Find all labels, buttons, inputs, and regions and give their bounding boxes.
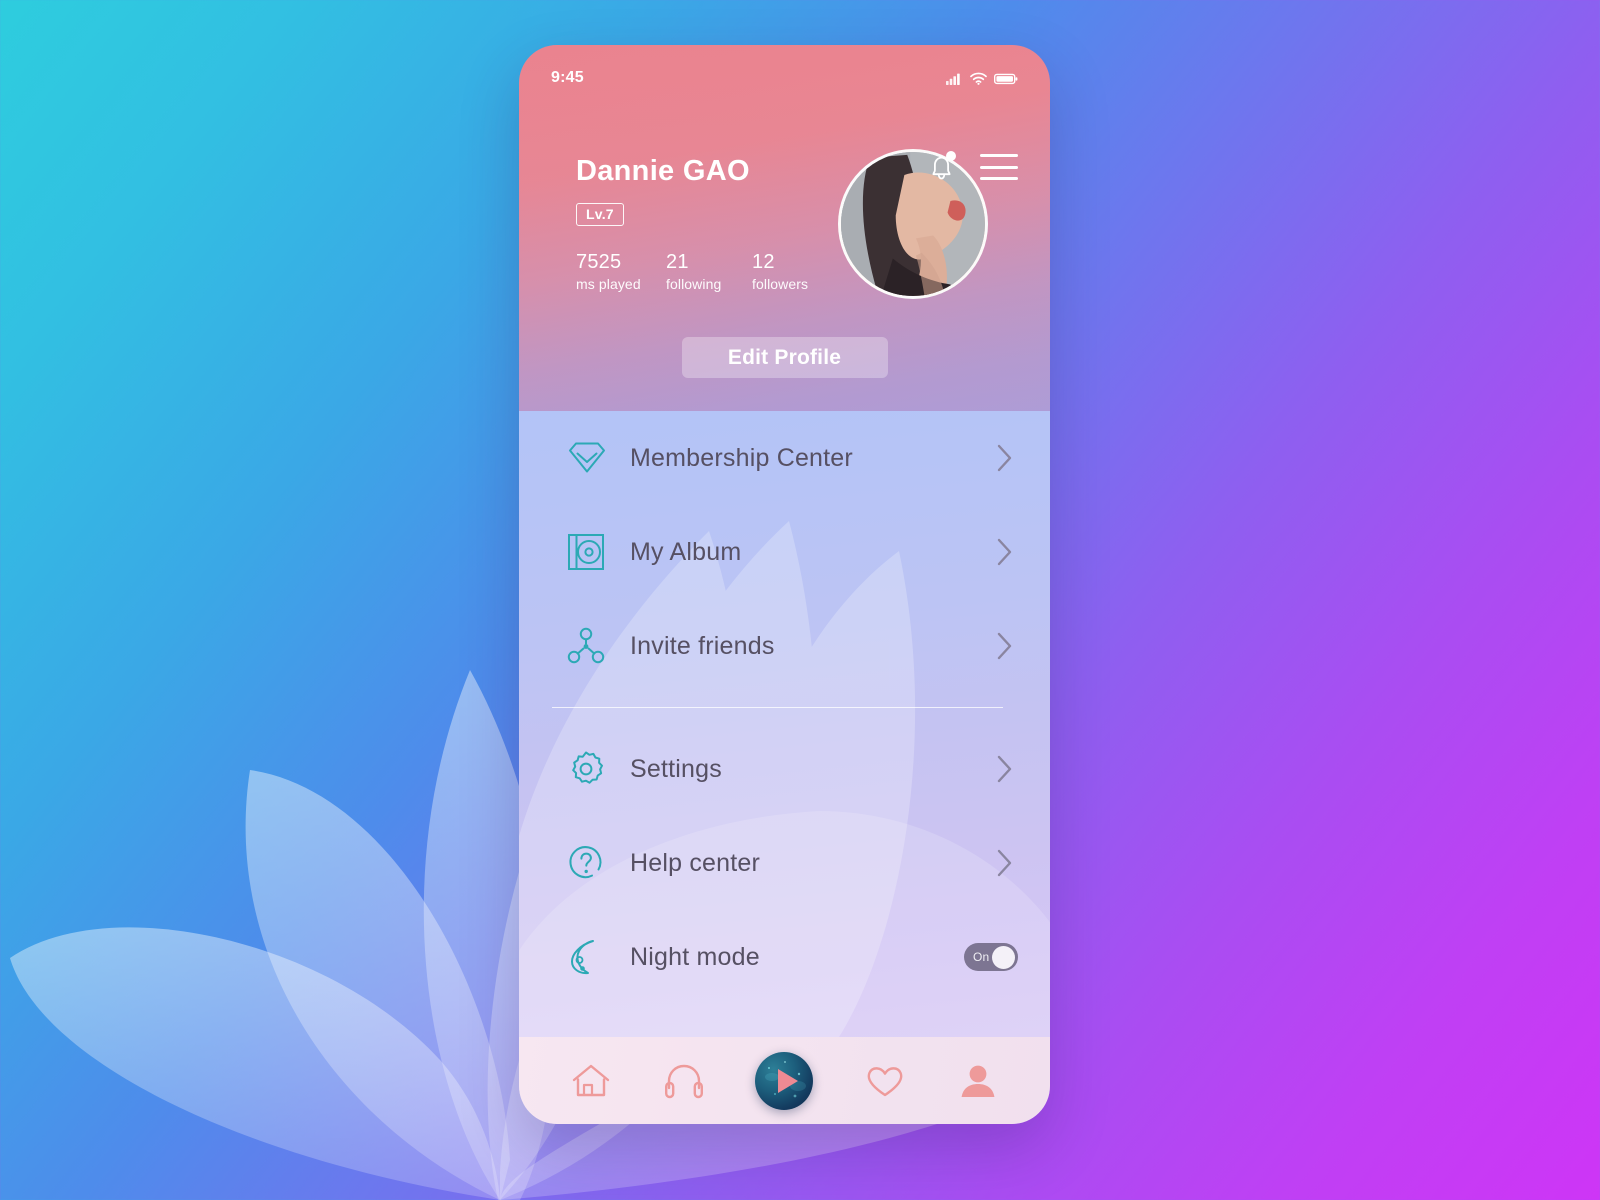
toggle-state-label: On [973,950,990,964]
hamburger-line [980,154,1018,157]
chevron-right-icon [992,537,1018,567]
stat-value: 7525 [576,251,622,273]
menu-item-night-mode[interactable]: Night mode On [519,910,1050,1004]
profile-stats: 7525 ms played 21 following 12 followers [576,250,808,293]
signal-icon [946,73,960,85]
stat-ms-played: 7525 ms played [576,250,666,293]
stat-label: following [666,276,722,292]
headphones-icon [664,1064,703,1098]
diamond-icon [566,440,612,476]
menu-item-label: Night mode [630,942,760,971]
moon-icon [566,937,612,977]
stat-label: followers [752,276,809,292]
menu-item-label: Settings [630,754,722,783]
menu-item-invite-friends[interactable]: Invite friends [519,599,1050,693]
menu-item-my-album[interactable]: My Album [519,505,1050,599]
question-circle-icon [566,843,612,883]
play-button-icon [765,1060,807,1097]
chevron-right-icon [992,631,1018,661]
night-mode-toggle[interactable]: On [964,943,1018,971]
profile-icon [961,1065,995,1097]
status-bar-icons [946,72,1018,85]
user-name: Dannie GAO [576,155,750,187]
edit-profile-button[interactable]: Edit Profile [681,337,888,378]
stat-label: ms played [576,276,641,292]
tab-home[interactable] [570,1061,612,1101]
chevron-right-icon [992,443,1018,473]
home-icon [573,1064,610,1096]
chevron-right-icon [992,754,1018,784]
album-disc-icon [566,532,612,572]
menu-panel: Membership Center My Album Invite friend… [519,411,1050,1037]
notification-bell-button[interactable] [927,150,957,184]
header-actions [927,150,1018,184]
tab-music[interactable] [663,1061,705,1101]
tab-play-button[interactable] [755,1051,814,1110]
menu-item-settings[interactable]: Settings [519,722,1050,816]
notification-dot [946,151,956,161]
menu-item-label: My Album [630,537,742,566]
share-network-icon [566,626,612,666]
menu-item-help-center[interactable]: Help center [519,816,1050,910]
menu-item-label: Invite friends [630,631,775,660]
profile-header: 9:45 Dannie GAO Lv.7 7525 ms played 21 f… [519,45,1050,411]
tab-profile[interactable] [957,1061,999,1101]
hamburger-line [980,177,1018,180]
heart-icon [867,1066,903,1096]
hamburger-line [980,165,1018,169]
phone-mockup: 9:45 Dannie GAO Lv.7 7525 ms played 21 f… [519,45,1050,1124]
tab-favorites[interactable] [864,1061,906,1101]
menu-item-membership-center[interactable]: Membership Center [519,411,1050,505]
menu-item-label: Membership Center [630,443,853,472]
chevron-right-icon [992,848,1018,878]
gear-icon [566,749,612,789]
status-bar: 9:45 [519,66,1050,90]
battery-icon [994,73,1018,84]
toggle-knob [992,945,1015,969]
stat-value: 12 [752,251,775,273]
wifi-icon [970,72,987,85]
status-bar-time: 9:45 [551,69,584,86]
menu-divider [552,707,1003,708]
menu-item-label: Help center [630,848,761,877]
stat-value: 21 [666,251,689,273]
bottom-tab-bar [519,1037,1050,1124]
stat-followers[interactable]: 12 followers [752,250,808,293]
stat-following[interactable]: 21 following [666,250,752,293]
level-badge: Lv.7 [576,203,624,226]
hamburger-menu-button[interactable] [980,154,1018,180]
